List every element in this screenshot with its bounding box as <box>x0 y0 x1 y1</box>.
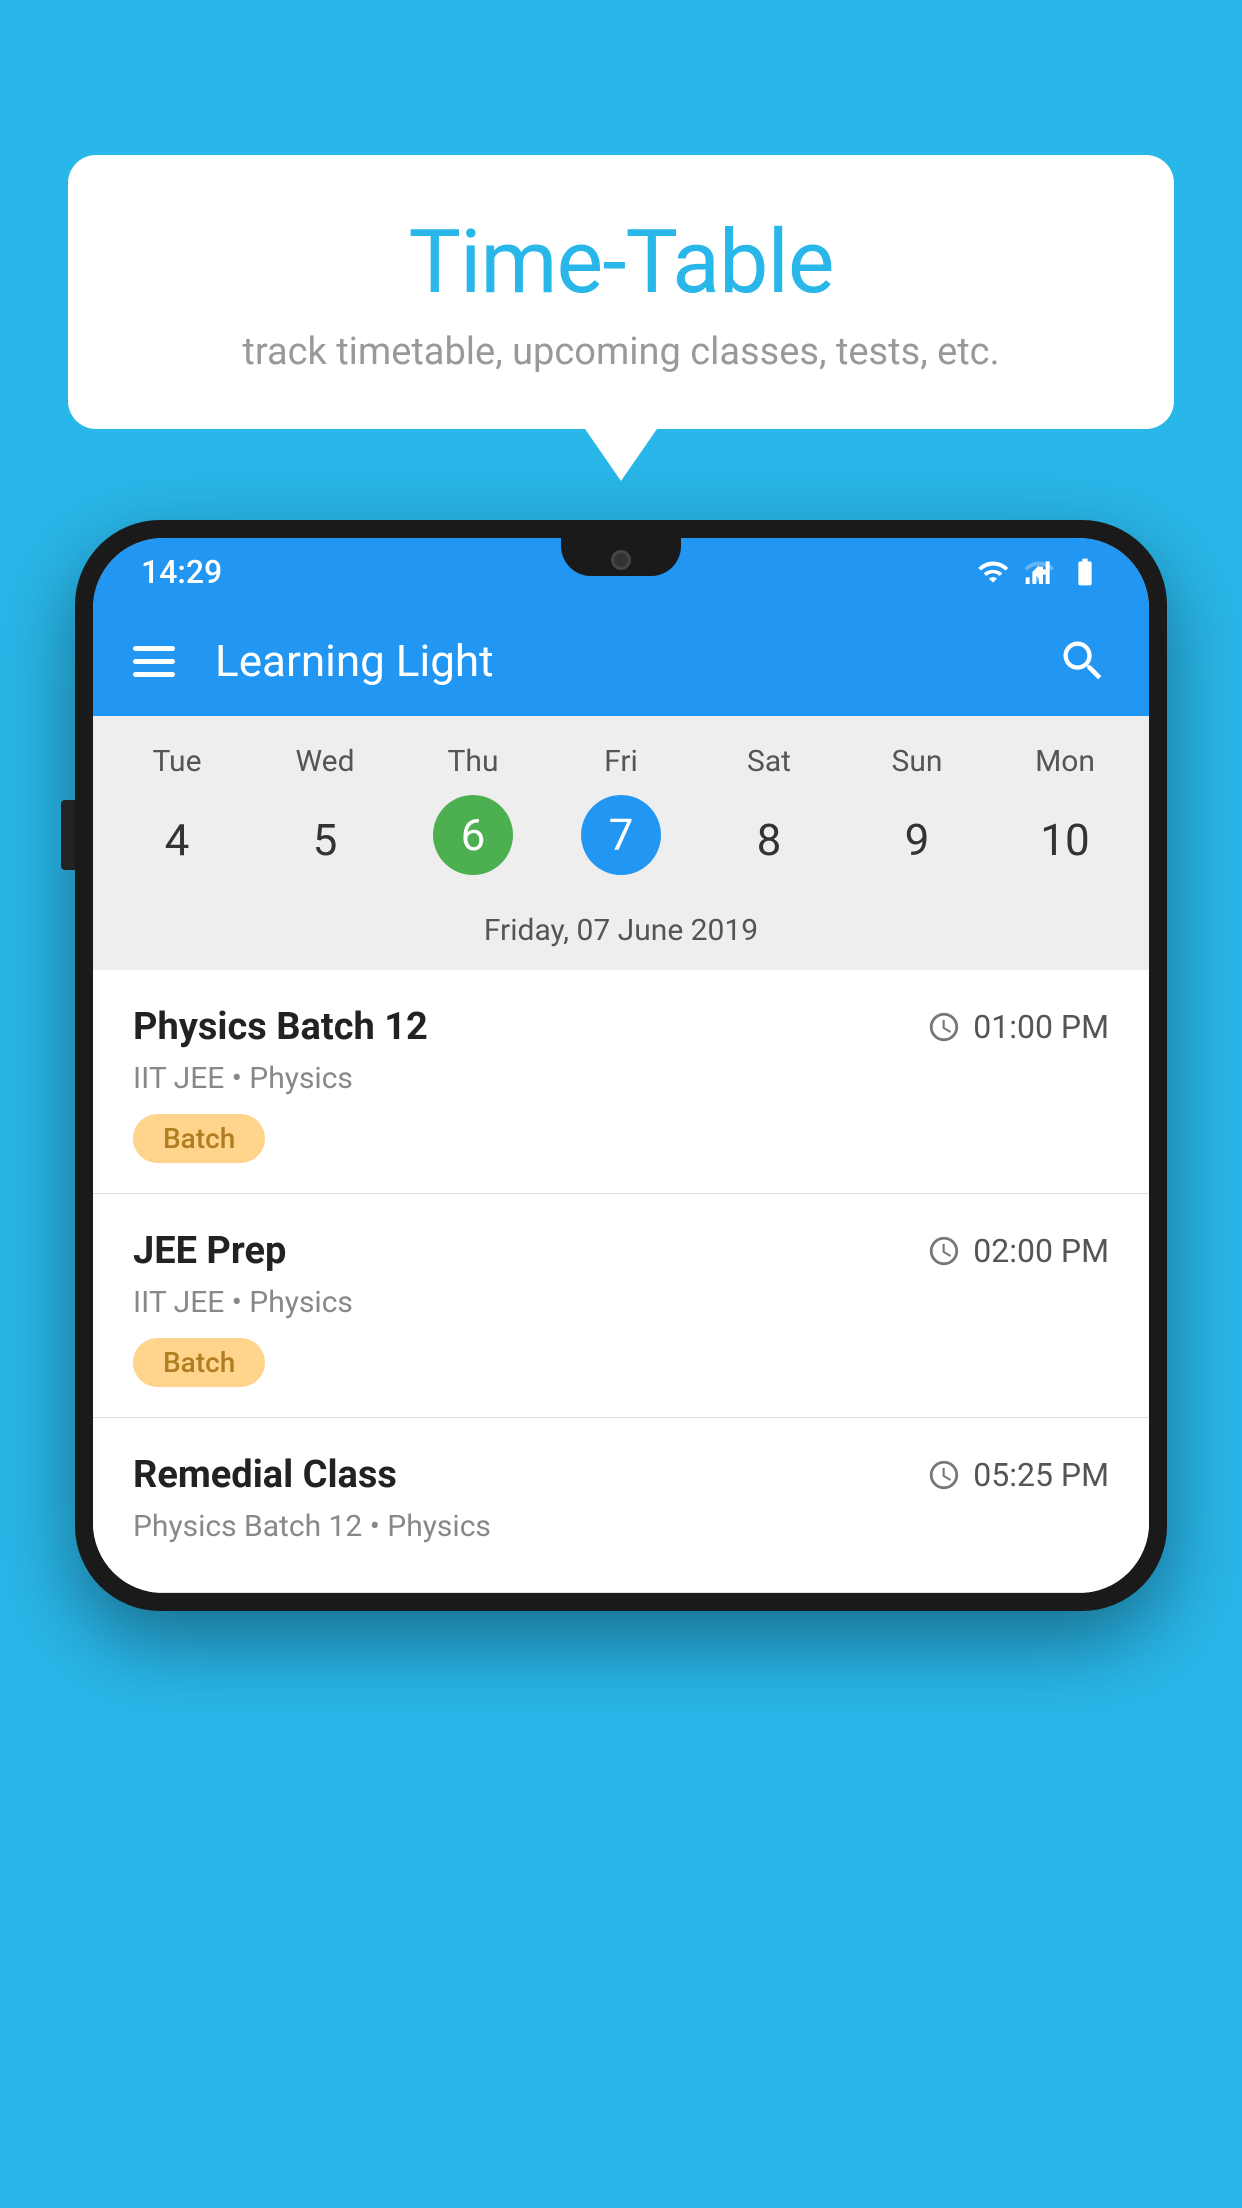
schedule-item-title-0: Physics Batch 12 <box>133 1005 428 1049</box>
day-10[interactable]: 10 <box>991 795 1139 885</box>
day-5[interactable]: 5 <box>251 795 399 885</box>
schedule-time-text-0: 01:00 PM <box>973 1008 1109 1046</box>
schedule-item-title-1: JEE Prep <box>133 1229 286 1273</box>
day-header-wed: Wed <box>251 736 399 787</box>
day-header-fri: Fri <box>547 736 695 787</box>
schedule-item-0[interactable]: Physics Batch 12 01:00 PM IIT JEE • Phys… <box>93 970 1149 1194</box>
calendar-strip: Tue Wed Thu Fri Sat Sun Mon 4 5 6 7 8 9 … <box>93 716 1149 970</box>
hamburger-menu-button[interactable] <box>133 646 175 677</box>
schedule-list: Physics Batch 12 01:00 PM IIT JEE • Phys… <box>93 970 1149 1593</box>
speech-bubble-section: Time-Table track timetable, upcoming cla… <box>68 155 1174 429</box>
day-header-mon: Mon <box>991 736 1139 787</box>
search-button[interactable] <box>1057 635 1109 687</box>
signal-icon <box>1023 556 1055 588</box>
day-7-selected[interactable]: 7 <box>581 795 661 875</box>
day-6-today[interactable]: 6 <box>433 795 513 875</box>
schedule-item-time-0: 01:00 PM <box>927 1008 1109 1046</box>
wifi-icon <box>977 556 1009 588</box>
bubble-title: Time-Table <box>148 215 1094 312</box>
clock-icon-1 <box>927 1234 961 1268</box>
schedule-item-title-2: Remedial Class <box>133 1453 397 1497</box>
day-header-sun: Sun <box>843 736 991 787</box>
batch-badge-0: Batch <box>133 1114 265 1163</box>
clock-icon-2 <box>927 1458 961 1492</box>
day-9[interactable]: 9 <box>843 795 991 885</box>
schedule-item-time-2: 05:25 PM <box>927 1456 1109 1494</box>
status-time: 14:29 <box>141 553 222 591</box>
schedule-time-text-1: 02:00 PM <box>973 1232 1109 1270</box>
status-icons <box>977 556 1101 588</box>
app-bar-title: Learning Light <box>215 635 1017 687</box>
schedule-item-header-1: JEE Prep 02:00 PM <box>133 1229 1109 1273</box>
day-numbers: 4 5 6 7 8 9 10 <box>93 787 1149 903</box>
app-bar: Learning Light <box>93 606 1149 716</box>
day-header-tue: Tue <box>103 736 251 787</box>
day-header-thu: Thu <box>399 736 547 787</box>
schedule-item-time-1: 02:00 PM <box>927 1232 1109 1270</box>
phone-screen: 14:29 <box>93 538 1149 1593</box>
day-8[interactable]: 8 <box>695 795 843 885</box>
schedule-item-subtitle-2: Physics Batch 12 • Physics <box>133 1509 1109 1544</box>
schedule-item-subtitle-0: IIT JEE • Physics <box>133 1061 1109 1096</box>
phone-frame: 14:29 <box>75 520 1167 1611</box>
selected-date-label: Friday, 07 June 2019 <box>93 903 1149 970</box>
schedule-item-header-2: Remedial Class 05:25 PM <box>133 1453 1109 1497</box>
schedule-item-1[interactable]: JEE Prep 02:00 PM IIT JEE • Physics Batc… <box>93 1194 1149 1418</box>
day-headers: Tue Wed Thu Fri Sat Sun Mon <box>93 736 1149 787</box>
schedule-item-header-0: Physics Batch 12 01:00 PM <box>133 1005 1109 1049</box>
schedule-item-2[interactable]: Remedial Class 05:25 PM Physics Batch 12… <box>93 1418 1149 1593</box>
speech-bubble-card: Time-Table track timetable, upcoming cla… <box>68 155 1174 429</box>
clock-icon-0 <box>927 1010 961 1044</box>
phone-mockup: 14:29 <box>75 520 1167 1611</box>
camera <box>611 550 631 570</box>
batch-badge-1: Batch <box>133 1338 265 1387</box>
schedule-item-subtitle-1: IIT JEE • Physics <box>133 1285 1109 1320</box>
battery-icon <box>1069 556 1101 588</box>
day-4[interactable]: 4 <box>103 795 251 885</box>
bubble-subtitle: track timetable, upcoming classes, tests… <box>148 330 1094 374</box>
day-header-sat: Sat <box>695 736 843 787</box>
schedule-time-text-2: 05:25 PM <box>973 1456 1109 1494</box>
phone-notch <box>561 538 681 576</box>
